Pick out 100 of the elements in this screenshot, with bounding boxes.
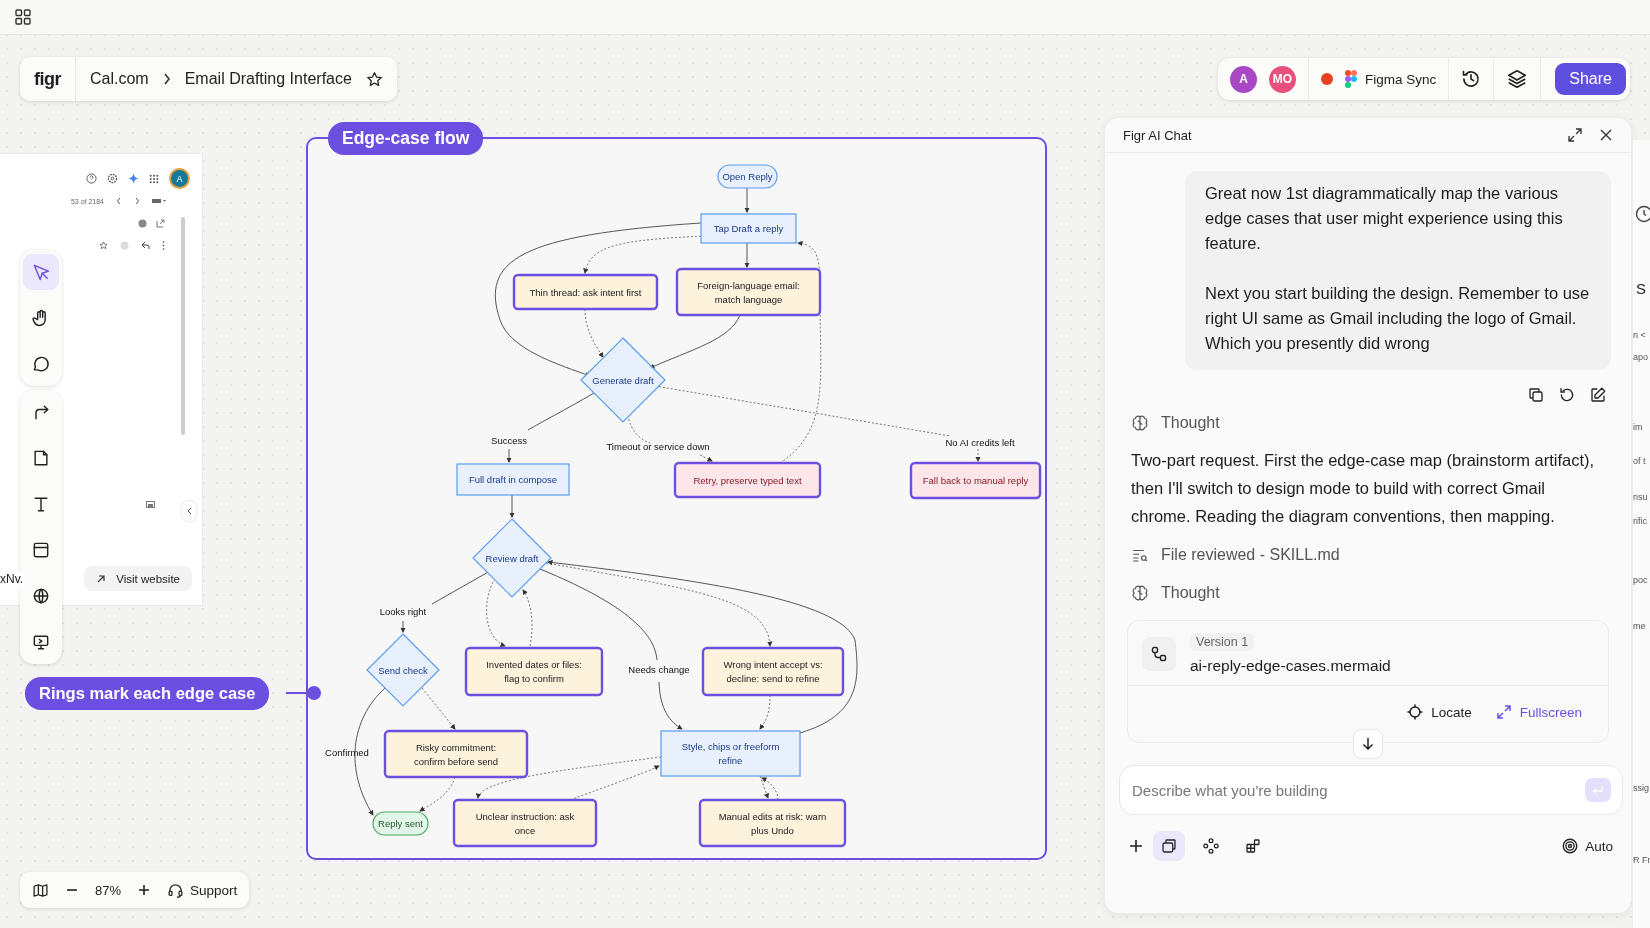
cut-text: apo: [1633, 352, 1649, 362]
spiral-icon: [1561, 837, 1580, 855]
status-dot-icon: [1321, 73, 1333, 85]
version-tag: Version 1: [1190, 633, 1255, 651]
expand-icon[interactable]: [1567, 127, 1583, 143]
model-selector[interactable]: Auto: [1561, 837, 1613, 855]
scrollbar[interactable]: [181, 217, 185, 435]
apps-grid-icon[interactable]: [15, 9, 31, 25]
process-node: Full draft in compose: [455, 462, 570, 496]
history-icon[interactable]: [1461, 69, 1482, 89]
share-button[interactable]: Share: [1555, 63, 1626, 95]
zoom-in-icon[interactable]: [137, 883, 152, 897]
cut-text: S: [1636, 280, 1646, 297]
copy-icon[interactable]: [1527, 386, 1545, 404]
support-button[interactable]: Support: [167, 881, 238, 899]
sparkle-icon[interactable]: [128, 173, 139, 184]
chevron-left-icon[interactable]: [116, 197, 122, 205]
crosshair-icon: [1407, 704, 1424, 720]
locate-button[interactable]: Locate: [1407, 704, 1472, 720]
message-paragraph: Great now 1st diagrammatically map the various edge cases that user might experience using this feature.: [1205, 183, 1564, 254]
cut-text: me: [1633, 621, 1646, 631]
error-node: Fall back to manual reply: [909, 461, 1041, 499]
scroll-down-button[interactable]: [1353, 729, 1383, 759]
expand-icon: [1495, 704, 1512, 720]
frame-icon: [31, 540, 51, 560]
thought-label[interactable]: Thought: [1161, 414, 1220, 432]
edit-icon[interactable]: [1589, 386, 1607, 404]
decision-node: Generate draft: [579, 336, 666, 423]
chevron-right-icon[interactable]: [134, 197, 140, 205]
star-icon[interactable]: [365, 70, 383, 88]
thought-label[interactable]: Thought: [1161, 584, 1220, 602]
decision-node: Review draft: [471, 517, 552, 598]
annotation-label[interactable]: Rings mark each edge case: [25, 677, 270, 710]
visit-website-button[interactable]: Visit website: [84, 566, 192, 591]
edge-label: Needs change: [627, 663, 690, 675]
edge-case-node: Risky commitment: confirm before send: [383, 729, 528, 778]
decision-node: Send check: [365, 632, 440, 707]
star-icon[interactable]: [99, 241, 108, 250]
figma-logo-icon: [1345, 70, 1357, 88]
layers-icon[interactable]: [1506, 68, 1529, 90]
process-node: Tap Draft a reply: [699, 212, 797, 244]
edge-case-node: Manual edits at risk: warn plus Undo: [698, 798, 846, 847]
cut-text: xNv.: [0, 571, 24, 586]
breadcrumb-link[interactable]: Cal.com: [90, 70, 149, 88]
settings-icon[interactable]: [107, 173, 118, 184]
frame-title[interactable]: Edge-case flow: [328, 122, 484, 155]
web-icon: [31, 586, 51, 606]
apps-grid-icon[interactable]: [149, 173, 159, 184]
blocks-icon: [1244, 837, 1262, 855]
arrow-down-icon: [1361, 737, 1375, 751]
arrow-up-right-icon: [96, 573, 107, 584]
cut-text: n <: [1633, 330, 1646, 340]
reply-icon[interactable]: [141, 241, 150, 250]
file-reviewed-label[interactable]: File reviewed - SKILL.md: [1161, 546, 1340, 564]
figr-logo[interactable]: figr: [34, 68, 61, 90]
fullscreen-button[interactable]: Fullscreen: [1495, 704, 1582, 720]
map-icon[interactable]: [32, 881, 49, 899]
chevron-left-icon: [186, 507, 192, 515]
pages-mode-button[interactable]: [1153, 831, 1185, 861]
brain-icon: [1131, 584, 1149, 602]
edge-case-node: Thin thread: ask intent first: [512, 273, 658, 310]
user-avatar[interactable]: A: [1230, 65, 1257, 93]
cut-text: poc: [1633, 575, 1648, 585]
enter-icon: [1592, 785, 1604, 795]
message-paragraph: Next you start building the design. Remember to use right UI same as Gmail including the logo of Gmail. Which you presently did wrong: [1205, 283, 1591, 354]
user-avatar[interactable]: MO: [1269, 65, 1296, 93]
cut-text: im: [1633, 422, 1643, 432]
more-icon[interactable]: [162, 241, 165, 250]
headset-icon: [167, 881, 185, 899]
image-icon[interactable]: [146, 501, 155, 508]
cut-text: R Fr: [1633, 855, 1650, 865]
popout-icon[interactable]: [156, 219, 165, 228]
start-node: Open Reply: [716, 163, 778, 189]
diagram-icon: [1142, 637, 1176, 671]
artifact-filename[interactable]: ai-reply-edge-cases.mermaid: [1190, 657, 1391, 675]
screen-icon: [31, 632, 51, 652]
brain-icon: [1131, 414, 1149, 432]
process-node: Style, chips or freeform refine: [659, 729, 801, 777]
breadcrumb-link[interactable]: Email Drafting Interface: [184, 70, 352, 88]
edge-case-node: Foreign-language email: match language: [675, 267, 821, 316]
edge-label: Looks right: [379, 605, 426, 617]
select-tool-button[interactable]: [23, 254, 59, 290]
keyboard-icon[interactable]: [152, 198, 166, 204]
account-avatar[interactable]: A: [169, 168, 190, 189]
cut-text: ssig: [1633, 783, 1649, 793]
close-icon[interactable]: [1599, 128, 1613, 142]
add-icon[interactable]: [1129, 839, 1143, 853]
retry-icon[interactable]: [1558, 386, 1576, 404]
sync-status[interactable]: Figma Sync: [1365, 71, 1437, 87]
help-icon[interactable]: [86, 173, 97, 184]
edge-label: No AI credits left: [944, 436, 1015, 448]
prompt-input[interactable]: Describe what you're building: [1119, 765, 1623, 815]
components-icon: [1202, 837, 1220, 855]
end-node: Reply sent: [371, 810, 429, 836]
panel-title: Figr AI Chat: [1123, 127, 1192, 143]
zoom-level: 87%: [95, 882, 122, 898]
assistant-message: Two-part request. First the edge-case map (brainstorm artifact), then I'll switch to design mode to build with correct Gmail chrome. Reading the diagram conventions, then mapping.: [1131, 450, 1596, 527]
edge-case-node: Unclear instruction: ask once: [452, 798, 597, 847]
note-icon: [31, 448, 51, 468]
pages-icon: [1160, 837, 1178, 855]
